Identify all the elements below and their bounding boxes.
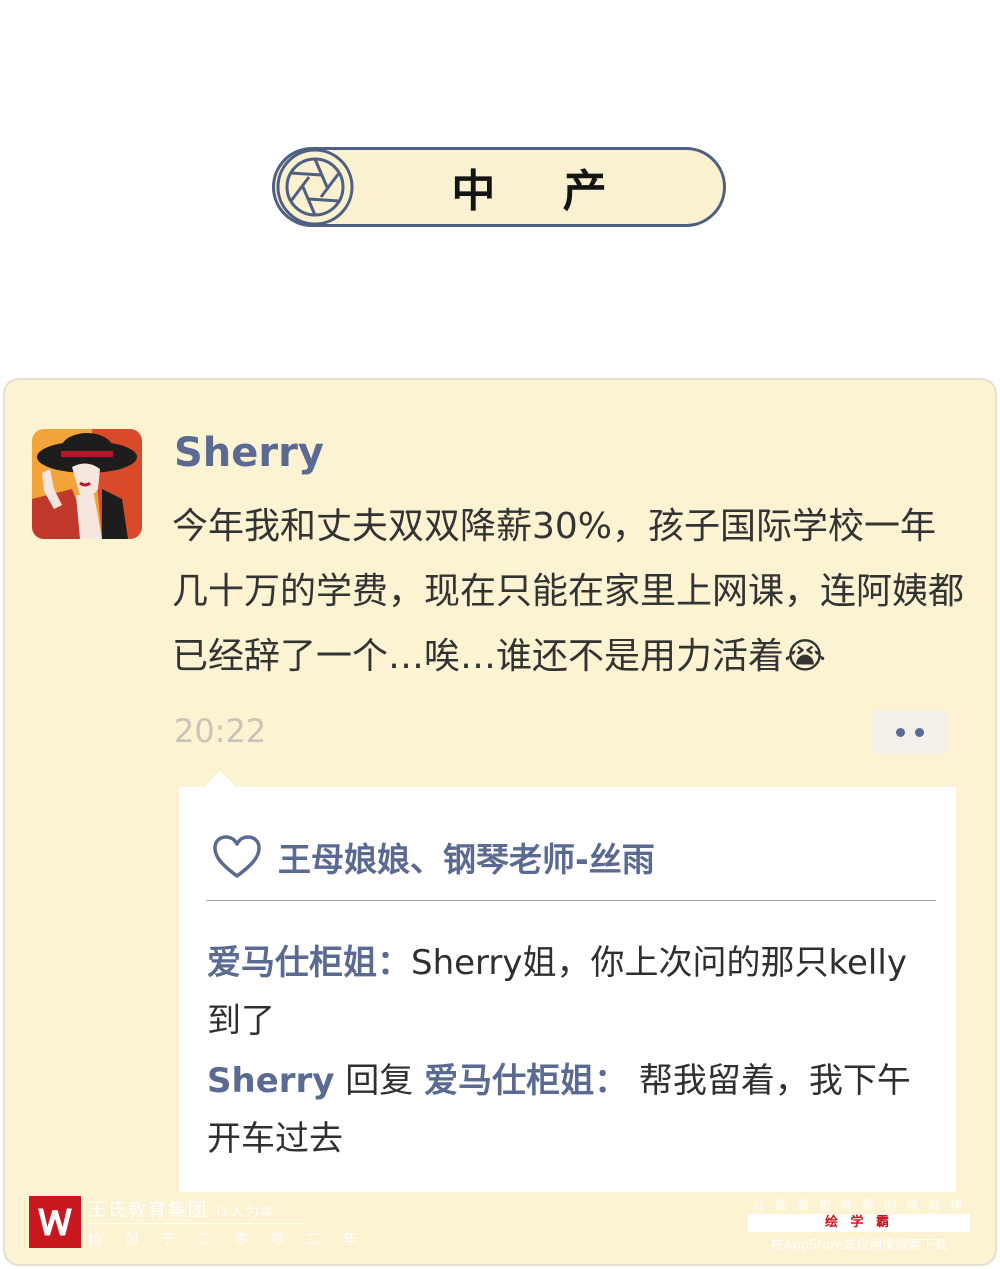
more-dots-icon [896, 727, 905, 737]
comment-item[interactable]: Sherry 回复 爱马仕柜姐： 帮我留着，我下午开车过去 [207, 1052, 937, 1168]
post-time: 20:22 [174, 712, 267, 750]
post-text: 今年我和丈夫双双降薪30%，孩子国际学校一年几十万的学费，现在只能在家里上网课，… [172, 506, 965, 677]
reply-to-author[interactable]: 爱马仕柜姐： [424, 1061, 628, 1101]
divider [206, 900, 936, 901]
woman-with-hat-avatar-icon [32, 429, 142, 539]
post-username[interactable]: Sherry [174, 430, 324, 476]
footer-app-promo: 让 画 画 更 有 趣 的 画 画 神 器 绘 学 霸 在AppStore或应用… [748, 1196, 970, 1253]
section-title-pill: 中 产 [272, 147, 726, 227]
page-title: 中 产 [451, 166, 633, 217]
likes-names[interactable]: 王母娘娘、钢琴老师-丝雨 [278, 833, 655, 881]
org-slogan: 始 创 于 二 零 零 二 年 [88, 1232, 367, 1248]
likes-row: 王母娘娘、钢琴老师-丝雨 [212, 832, 655, 882]
panel-pointer [204, 771, 236, 787]
more-dots-icon [915, 727, 924, 737]
avatar[interactable] [32, 429, 142, 539]
promo-download: 在AppStore或应用宝搜索下载 [770, 1238, 948, 1253]
comment-author[interactable]: Sherry [207, 1061, 334, 1101]
org-tagline: 以人为本 [215, 1205, 276, 1220]
promo-app-name: 绘 学 霸 [824, 1215, 894, 1230]
comment-item[interactable]: 爱马仕柜姐：Sherry姐，你上次问的那只kelly到了 [207, 934, 937, 1050]
w-logo-icon [38, 1208, 72, 1236]
footer-divider [88, 1223, 303, 1224]
org-name: 王氏教育集团 以人为本 [88, 1200, 276, 1221]
aperture-icon [276, 148, 354, 226]
heart-icon[interactable] [212, 834, 262, 880]
reply-word: 回复 [334, 1061, 425, 1101]
brand-logo [29, 1196, 81, 1248]
more-button[interactable] [872, 710, 948, 754]
comment-author[interactable]: 爱马仕柜姐： [207, 943, 411, 983]
